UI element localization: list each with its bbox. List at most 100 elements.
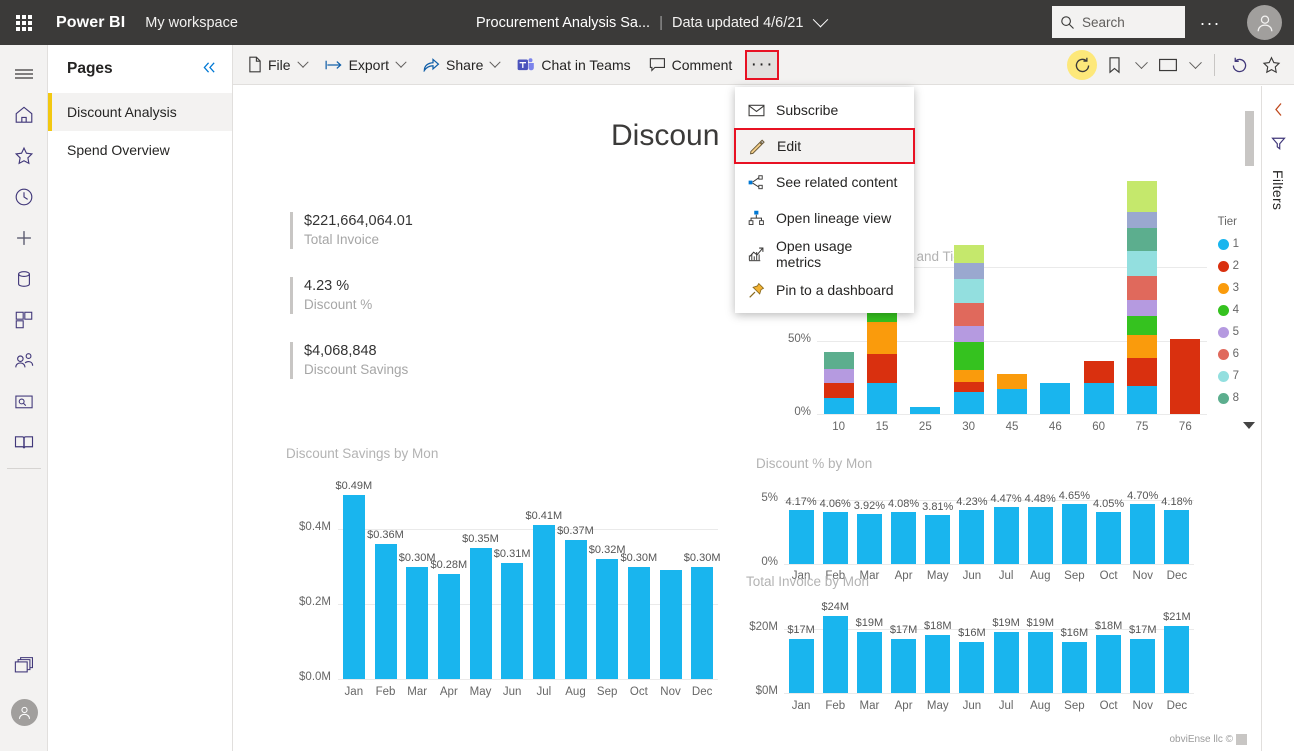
bar[interactable] (789, 639, 814, 693)
bookmark-icon[interactable] (1099, 50, 1129, 80)
watermark: obviEnse llc © (1169, 734, 1247, 745)
menu-item-label: Pin to a dashboard (776, 282, 894, 298)
file-button[interactable]: File (239, 45, 316, 85)
usage-metrics-icon (748, 246, 765, 262)
waffle-icon[interactable] (0, 0, 48, 45)
menu-item-label: Open usage metrics (776, 238, 901, 270)
menu-item-label: Open lineage view (776, 210, 891, 226)
search-input[interactable] (1052, 6, 1185, 38)
filters-pane-label: Filters (1270, 170, 1286, 210)
envelope-icon (748, 104, 765, 117)
watermark-square-icon (1236, 734, 1247, 745)
workspaces-icon[interactable] (0, 645, 48, 686)
my-workspace-avatar-icon[interactable] (0, 692, 48, 733)
book-icon[interactable] (0, 422, 48, 463)
menu-item-edit[interactable]: Edit (734, 128, 915, 164)
menu-item-pin-to-dashboard[interactable]: Pin to a dashboard (735, 272, 914, 308)
clock-icon[interactable] (0, 176, 48, 217)
powerbi-brand[interactable]: Power BI (56, 14, 125, 32)
database-icon[interactable] (0, 258, 48, 299)
bar[interactable] (823, 616, 848, 693)
star-icon[interactable] (0, 135, 48, 176)
menu-item-label: Subscribe (776, 102, 838, 118)
chevron-left-icon[interactable] (1273, 102, 1284, 122)
x-axis-tick-label: Sep (1058, 700, 1090, 712)
title-separator: | (659, 14, 663, 31)
bar[interactable] (891, 639, 916, 693)
filters-pane: Filters (1261, 86, 1294, 751)
canvas-scrollbar[interactable] (1245, 111, 1254, 166)
share-button[interactable]: Share (414, 45, 508, 85)
page-item-label: Discount Analysis (67, 104, 177, 120)
filter-icon[interactable] (1271, 136, 1286, 156)
more-options-button[interactable]: ··· (745, 50, 779, 80)
x-axis-tick-label: Apr (888, 700, 920, 712)
people-icon[interactable] (0, 340, 48, 381)
bar[interactable] (1096, 635, 1121, 693)
menu-item-label: Edit (777, 138, 801, 154)
workspace-link[interactable]: My workspace (145, 15, 238, 31)
chevron-down-icon[interactable] (395, 56, 406, 67)
y-axis-tick-label: $20M (734, 621, 778, 633)
left-nav-rail (0, 45, 48, 751)
chevron-double-left-icon[interactable] (201, 61, 218, 78)
pages-header: Pages (48, 45, 232, 93)
scroll-down-icon[interactable] (1243, 422, 1255, 429)
rail-bottom-group (0, 645, 48, 733)
bar[interactable] (959, 642, 984, 693)
bar[interactable] (925, 635, 950, 693)
hamburger-icon[interactable] (0, 53, 48, 94)
comment-button[interactable]: Comment (640, 45, 742, 85)
chevron-down-icon[interactable] (813, 12, 829, 28)
sidebar-item-discount-analysis[interactable]: Discount Analysis (48, 93, 232, 131)
monitor-search-icon[interactable] (0, 381, 48, 422)
menu-item-open-usage-metrics[interactable]: Open usage metrics (735, 236, 914, 272)
view-icon[interactable] (1153, 50, 1183, 80)
bar[interactable] (857, 632, 882, 693)
refresh-icon[interactable] (1224, 50, 1254, 80)
bar[interactable] (1028, 632, 1053, 693)
x-axis-tick-label: Feb (819, 700, 851, 712)
y-axis-tick-label: $0M (734, 685, 778, 697)
favorite-star-icon[interactable] (1256, 50, 1286, 80)
file-label: File (268, 57, 291, 73)
x-axis-tick-label: Jun (956, 700, 988, 712)
bar[interactable] (1062, 642, 1087, 693)
report-title[interactable]: Procurement Analysis Sa... (476, 15, 650, 31)
chevron-down-icon[interactable] (490, 56, 501, 67)
bar-data-label: $17M (779, 624, 823, 636)
top-navigation-bar: Power BI My workspace Procurement Analys… (0, 0, 1294, 45)
chat-in-teams-button[interactable]: Chat in Teams (508, 45, 639, 85)
menu-item-subscribe[interactable]: Subscribe (735, 92, 914, 128)
bar[interactable] (1164, 626, 1189, 693)
comment-label: Comment (672, 57, 733, 73)
lineage-icon (748, 210, 765, 226)
chevron-down-icon[interactable] (1131, 50, 1151, 80)
reset-icon[interactable] (1067, 50, 1097, 80)
top-more-options-button[interactable]: ··· (1198, 11, 1222, 35)
teams-icon (517, 57, 535, 73)
related-content-icon (748, 175, 765, 190)
plus-icon[interactable] (0, 217, 48, 258)
menu-item-open-lineage-view[interactable]: Open lineage view (735, 200, 914, 236)
sidebar-item-spend-overview[interactable]: Spend Overview (48, 131, 232, 169)
avatar[interactable] (1247, 5, 1282, 40)
export-button[interactable]: Export (316, 45, 414, 85)
bar[interactable] (994, 632, 1019, 693)
chevron-down-icon[interactable] (297, 56, 308, 67)
file-icon (248, 56, 262, 73)
comment-icon (649, 57, 666, 72)
search-field[interactable] (1082, 15, 1174, 30)
chat-in-teams-label: Chat in Teams (541, 57, 630, 73)
apps-icon[interactable] (0, 299, 48, 340)
menu-item-see-related-content[interactable]: See related content (735, 164, 914, 200)
person-icon (1254, 12, 1276, 34)
bar[interactable] (1130, 639, 1155, 693)
pin-icon (748, 282, 765, 299)
data-updated-label[interactable]: Data updated 4/6/21 (672, 15, 803, 31)
more-options-menu: Subscribe Edit See related content (735, 87, 914, 313)
home-icon[interactable] (0, 94, 48, 135)
chevron-down-icon[interactable] (1185, 50, 1205, 80)
export-label: Export (349, 57, 389, 73)
toolbar-divider (1214, 54, 1215, 76)
